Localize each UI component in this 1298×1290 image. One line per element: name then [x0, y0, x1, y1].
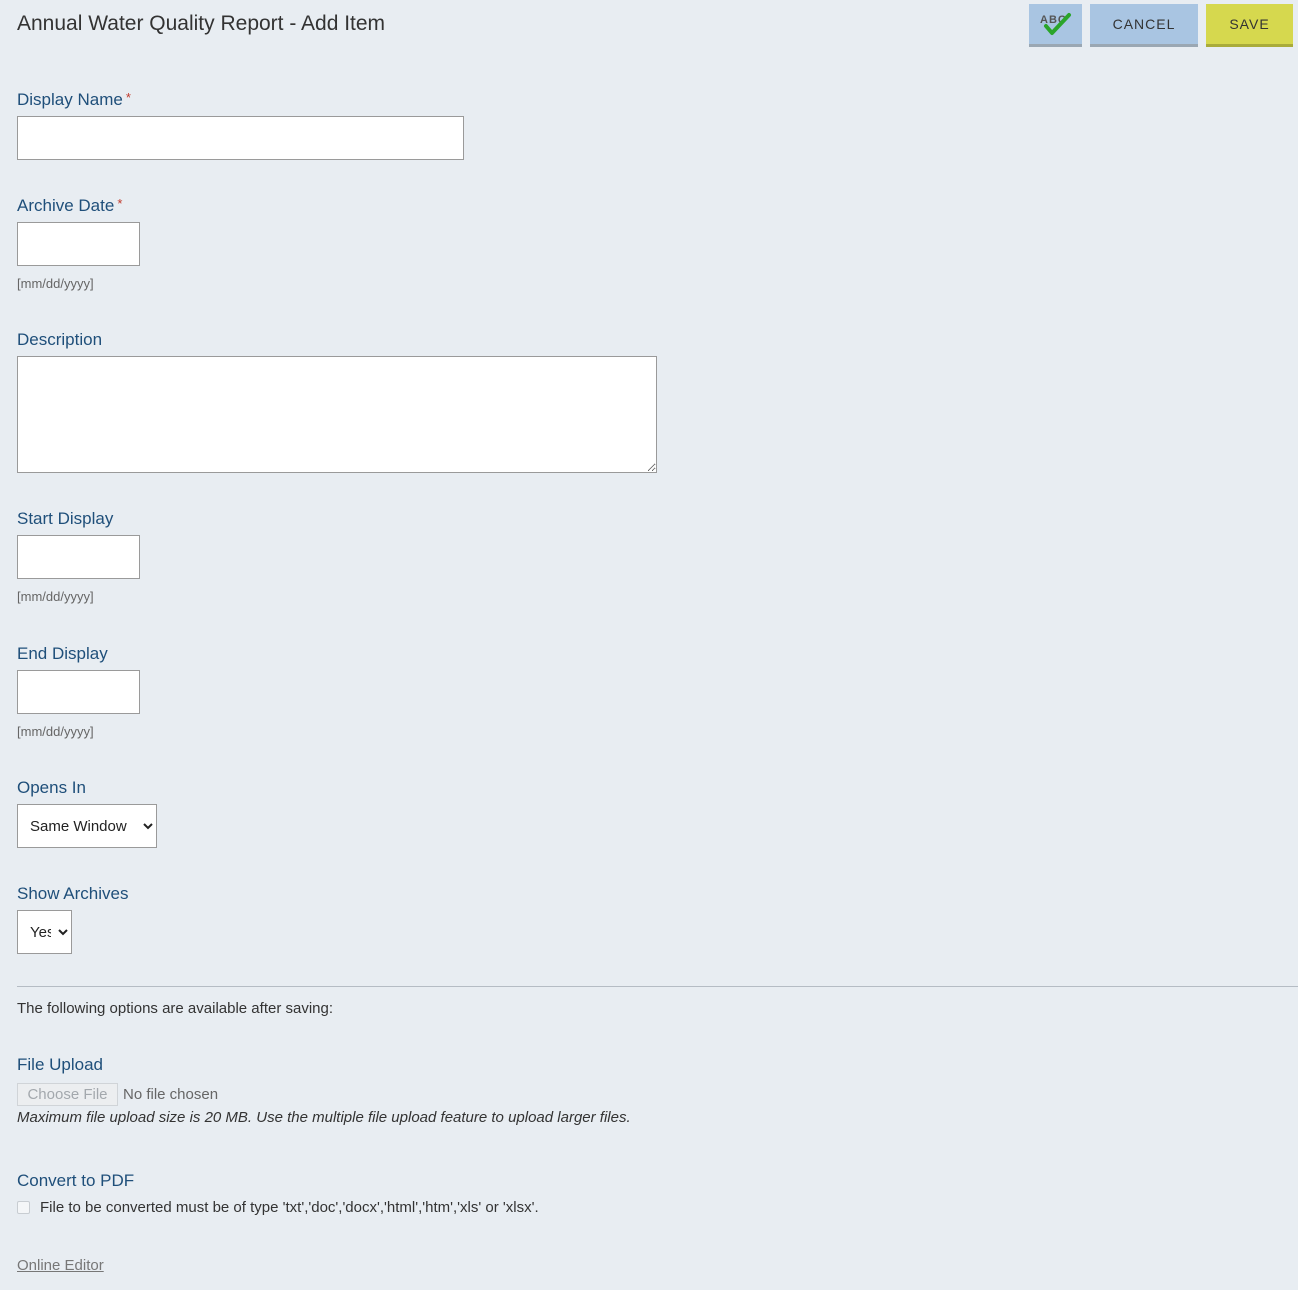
convert-pdf-field: Convert to PDF File to be converted must… [17, 1171, 539, 1216]
convert-pdf-checkbox[interactable] [17, 1201, 30, 1214]
spellcheck-icon: ABC [1040, 13, 1071, 35]
page-title: Annual Water Quality Report - Add Item [17, 12, 386, 35]
show-archives-label: Show Archives [17, 884, 129, 903]
toolbar: ABC CANCEL SAVE [1029, 4, 1293, 47]
opens-in-label: Opens In [17, 778, 86, 797]
archive-date-label: Archive Date * [17, 196, 123, 215]
online-editor-link[interactable]: Online Editor [17, 1257, 104, 1274]
file-upload-row: Choose File No file chosen [17, 1083, 631, 1106]
file-status: No file chosen [123, 1086, 219, 1103]
convert-pdf-row: File to be converted must be of type 'tx… [17, 1199, 539, 1216]
description-label: Description [17, 330, 103, 349]
required-marker: * [125, 90, 131, 105]
required-marker: * [117, 196, 123, 211]
end-display-hint: [mm/dd/yyyy] [17, 724, 94, 739]
start-display-hint: [mm/dd/yyyy] [17, 589, 94, 604]
end-display-input[interactable] [17, 670, 140, 714]
display-name-label: Display Name * [17, 90, 131, 109]
display-name-input[interactable] [17, 116, 464, 160]
show-archives-select[interactable]: Yes [17, 910, 72, 954]
start-display-field: Start Display [mm/dd/yyyy] [17, 509, 140, 604]
save-button[interactable]: SAVE [1206, 4, 1293, 47]
display-name-field: Display Name * [17, 90, 464, 160]
file-upload-label: File Upload [17, 1055, 103, 1074]
archive-date-hint: [mm/dd/yyyy] [17, 276, 94, 291]
end-display-field: End Display [mm/dd/yyyy] [17, 644, 140, 739]
show-archives-field: Show Archives Yes [17, 884, 129, 954]
archive-date-field: Archive Date * [mm/dd/yyyy] [17, 196, 140, 291]
description-field: Description [17, 330, 657, 473]
choose-file-button[interactable]: Choose File [17, 1083, 118, 1106]
description-textarea[interactable] [17, 356, 657, 473]
file-upload-field: File Upload Choose File No file chosen M… [17, 1055, 631, 1126]
convert-pdf-label: Convert to PDF [17, 1171, 135, 1190]
convert-pdf-text: File to be converted must be of type 'tx… [40, 1199, 539, 1216]
end-display-label: End Display [17, 644, 108, 663]
after-saving-note: The following options are available afte… [17, 1000, 334, 1017]
archive-date-input[interactable] [17, 222, 140, 266]
opens-in-field: Opens In Same Window [17, 778, 157, 848]
upload-size-note: Maximum file upload size is 20 MB. Use t… [17, 1109, 631, 1126]
start-display-input[interactable] [17, 535, 140, 579]
section-divider [17, 986, 1298, 987]
opens-in-select[interactable]: Same Window [17, 804, 157, 848]
start-display-label: Start Display [17, 509, 114, 528]
cancel-button[interactable]: CANCEL [1090, 4, 1198, 47]
spellcheck-button[interactable]: ABC [1029, 4, 1082, 47]
